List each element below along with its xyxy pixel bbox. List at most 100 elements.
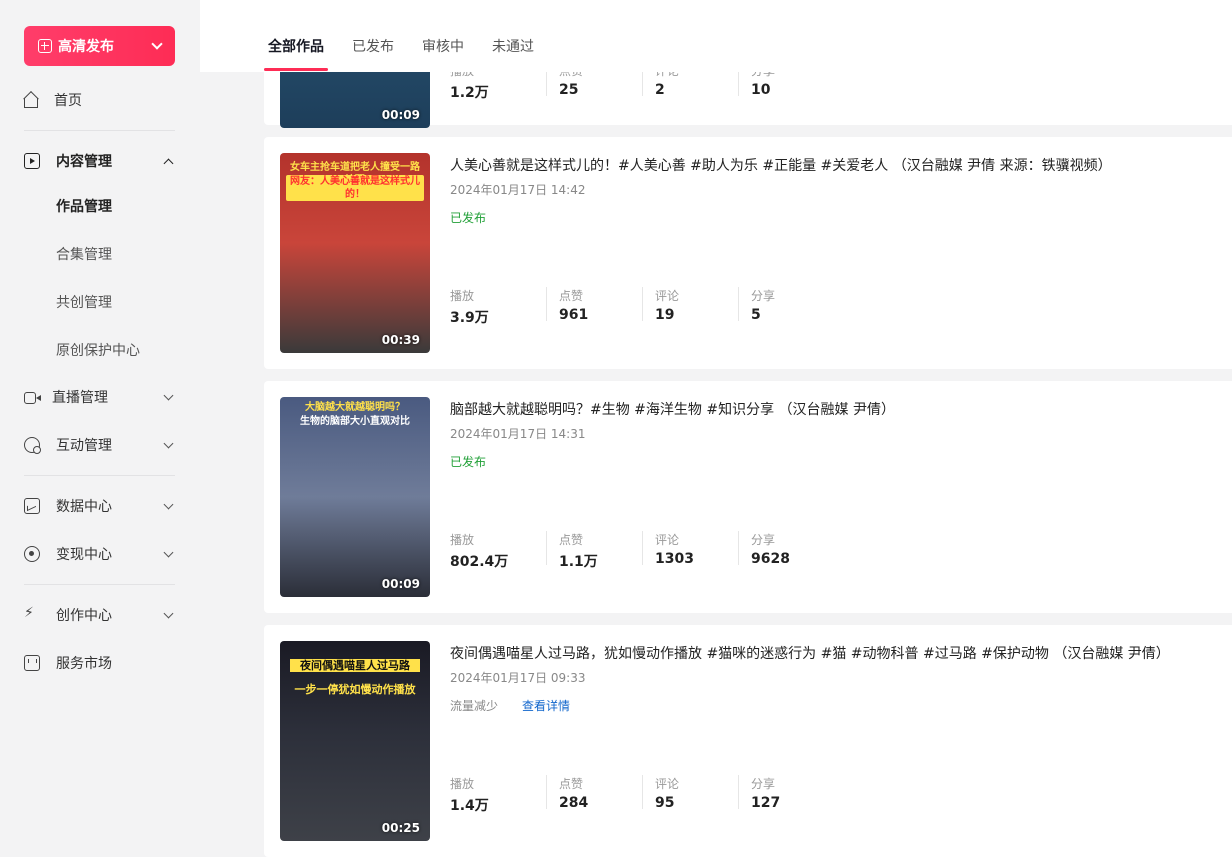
chevron-down-icon [163, 608, 174, 618]
stat-value: 19 [655, 307, 675, 323]
stat-share: 分享 127 [738, 775, 834, 811]
sidebar-item-home[interactable]: 首页 [24, 88, 176, 112]
stat-value: 5 [751, 307, 761, 323]
sidebar-item-works[interactable]: 作品管理 [56, 196, 112, 216]
stat-value: 2 [655, 82, 665, 98]
divider [24, 130, 175, 131]
video-publish-time: 2024年01月17日 09:33 [450, 671, 586, 685]
video-stats: 播放 3.9万 点赞 961 评论 19 分享 5 [450, 287, 834, 326]
sidebar-item-label: 直播管理 [52, 390, 108, 406]
video-card: 夜间偶遇喵星人过马路 一步一停犹如慢动作播放 00:25 夜间偶遇喵星人过马路，… [264, 625, 1232, 857]
home-icon [24, 98, 38, 108]
chevron-down-icon [163, 499, 174, 509]
thumbnail-caption: 一步一停犹如慢动作播放 [294, 683, 416, 696]
chevron-up-icon [163, 158, 174, 168]
video-publish-time: 2024年01月17日 14:31 [450, 427, 586, 441]
stat-like: 点赞 1.1万 [546, 531, 642, 570]
video-title[interactable]: 脑部越大就越聪明吗？#生物 #海洋生物 #知识分享 （汉台融媒 尹倩） [450, 399, 895, 419]
video-thumbnail[interactable]: 女车主抢车道把老人撞受一路惊醒 网友：人美心善就是这样式儿的！ 00:39 [280, 153, 430, 353]
stat-value: 284 [559, 795, 589, 811]
stat-label: 播放 [450, 289, 475, 303]
stat-value: 1.2万 [450, 85, 489, 101]
stat-value: 9628 [751, 551, 790, 567]
stat-value: 961 [559, 307, 589, 323]
stat-value: 3.9万 [450, 310, 489, 326]
stat-label: 评论 [655, 777, 680, 791]
play-box-icon [24, 153, 40, 169]
works-tabs: 全部作品 已发布 审核中 未通过 [200, 0, 1232, 72]
stat-share: 分享 5 [738, 287, 834, 323]
stat-value: 10 [751, 82, 771, 98]
stat-value: 95 [655, 795, 675, 811]
stat-label: 播放 [450, 777, 475, 791]
stat-play: 播放 3.9万 [450, 287, 546, 326]
sidebar-item-label: 变现中心 [56, 547, 112, 563]
tab-rejected[interactable]: 未通过 [492, 36, 534, 56]
video-duration: 00:39 [381, 333, 420, 347]
stat-value: 25 [559, 82, 579, 98]
hd-publish-button[interactable]: 高清发布 [24, 26, 175, 66]
stat-label: 播放 [450, 533, 475, 547]
video-status: 流量减少 [450, 699, 499, 713]
coin-icon [24, 546, 40, 562]
sidebar-item-collections[interactable]: 合集管理 [56, 244, 112, 264]
stat-label: 评论 [655, 533, 680, 547]
thumbnail-caption: 生物的脑部大小直观对比 [300, 416, 410, 427]
video-stats: 播放 802.4万 点赞 1.1万 评论 1303 分享 9628 [450, 531, 834, 570]
stat-value: 802.4万 [450, 554, 509, 570]
chart-icon [24, 498, 40, 514]
sidebar-item-original[interactable]: 原创保护中心 [56, 340, 140, 360]
tab-all-works[interactable]: 全部作品 [268, 36, 324, 56]
sidebar: 高清发布 首页 内容管理 作品管理 合集管理 共创管理 原创保护中心 直播管理 … [0, 0, 200, 857]
stat-label: 分享 [751, 533, 776, 547]
sidebar-item-content[interactable]: 内容管理 [24, 149, 176, 173]
stat-share: 分享 9628 [738, 531, 834, 567]
sidebar-item-live[interactable]: 直播管理 [24, 385, 176, 409]
video-thumbnail[interactable]: 夜间偶遇喵星人过马路 一步一停犹如慢动作播放 00:25 [280, 641, 430, 841]
stat-label: 分享 [751, 289, 776, 303]
shop-icon [24, 655, 40, 671]
stat-play: 播放 802.4万 [450, 531, 546, 570]
stat-label: 点赞 [559, 289, 584, 303]
video-duration: 00:09 [381, 577, 420, 591]
stat-comment: 评论 1303 [642, 531, 738, 567]
video-duration: 00:09 [381, 108, 420, 122]
bolt-icon [24, 607, 40, 623]
video-title[interactable]: 夜间偶遇喵星人过马路，犹如慢动作播放 #猫咪的迷惑行为 #猫 #动物科普 #过马… [450, 643, 1170, 663]
video-stats: 播放 1.4万 点赞 284 评论 95 分享 127 [450, 775, 834, 814]
chevron-down-icon [163, 438, 174, 448]
sidebar-item-data[interactable]: 数据中心 [24, 494, 176, 518]
sidebar-item-interaction[interactable]: 互动管理 [24, 433, 176, 457]
stat-like: 点赞 961 [546, 287, 642, 323]
stat-value: 1303 [655, 551, 694, 567]
stat-comment: 评论 19 [642, 287, 738, 323]
sidebar-item-co-create[interactable]: 共创管理 [56, 292, 112, 312]
stat-play: 播放 1.4万 [450, 775, 546, 814]
sidebar-item-create[interactable]: 创作中心 [24, 603, 176, 627]
divider [24, 584, 175, 585]
tab-under-review[interactable]: 审核中 [422, 36, 464, 56]
publish-label: 高清发布 [58, 39, 114, 55]
thumbnail-caption: 网友：人美心善就是这样式儿的！ [286, 175, 424, 201]
sidebar-item-label: 服务市场 [56, 656, 112, 672]
stat-value: 1.1万 [559, 554, 598, 570]
live-camera-icon [24, 392, 41, 404]
sidebar-item-label: 互动管理 [56, 438, 112, 454]
sidebar-item-label: 首页 [54, 93, 82, 109]
sidebar-item-market[interactable]: 服务市场 [24, 651, 176, 675]
video-status: 已发布 [450, 211, 487, 225]
video-thumbnail[interactable]: 大脑越大就越聪明吗？ 生物的脑部大小直观对比 00:09 [280, 397, 430, 597]
sidebar-item-monetize[interactable]: 变现中心 [24, 542, 176, 566]
sidebar-item-label: 数据中心 [56, 499, 112, 515]
chevron-down-icon [163, 547, 174, 557]
video-title[interactable]: 人美心善就是这样式儿的！#人美心善 #助人为乐 #正能量 #关爱老人 （汉台融媒… [450, 155, 1112, 175]
chat-icon [24, 437, 41, 454]
thumbnail-caption: 大脑越大就越聪明吗？ [305, 402, 405, 413]
stat-label: 点赞 [559, 777, 584, 791]
tab-published[interactable]: 已发布 [352, 36, 394, 56]
chevron-down-icon[interactable] [151, 38, 163, 50]
plus-icon [38, 39, 52, 53]
view-details-link[interactable]: 查看详情 [522, 697, 570, 714]
active-tab-indicator [264, 68, 328, 71]
sidebar-item-label: 内容管理 [56, 154, 112, 170]
